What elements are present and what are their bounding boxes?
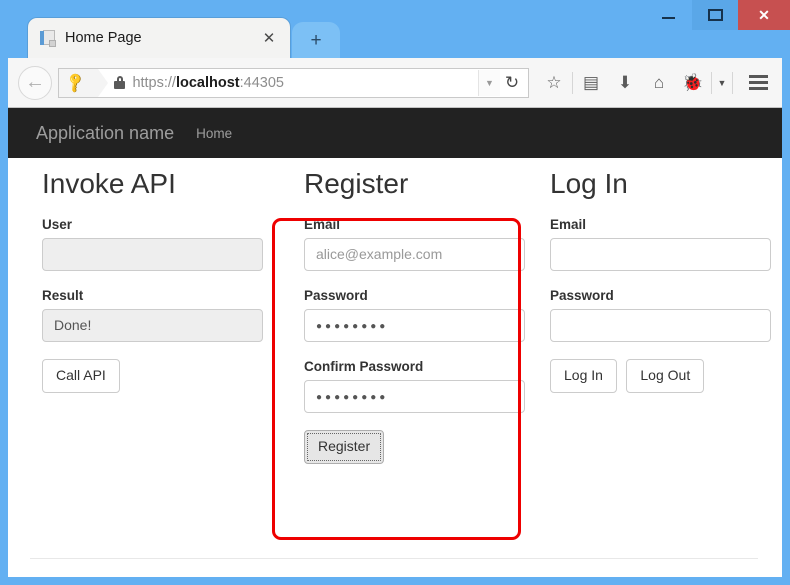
url-bar-actions: ▼ ↻ [478,69,528,96]
back-arrow-icon: ← [25,71,45,93]
page-favicon-icon [40,29,56,47]
url-host: localhost [175,74,240,91]
label-register-confirm-password: Confirm Password [304,359,424,374]
url-bar[interactable]: 🔑 https://localhost:44305 ▼ ↻ [58,67,529,98]
key-icon: 🔑 [63,70,88,94]
column-invoke-api: Invoke API User Result Done! Call API [30,168,280,464]
column-container: Invoke API User Result Done! Call API Re… [30,158,771,464]
identity-box[interactable]: 🔑 [59,68,109,97]
back-button[interactable]: ← [18,65,52,100]
label-login-password: Password [550,288,614,303]
url-port: :44305 [239,74,284,91]
navbar-brand[interactable]: Application name [36,123,174,144]
page-content: Invoke API User Result Done! Call API Re… [8,158,782,559]
home-icon[interactable]: ⌂ [642,66,676,100]
label-result: Result [42,288,84,303]
page-title-register: Register [304,168,409,199]
url-text: https://localhost:44305 [132,75,478,91]
toolbar-divider [711,71,712,94]
toolbar-divider [732,71,733,94]
register-email-input[interactable]: alice@example.com [304,238,525,271]
login-email-input[interactable] [550,238,771,271]
new-tab-button[interactable]: + [292,22,340,58]
column-register: Register Email alice@example.com Passwor… [280,168,530,464]
reader-list-icon[interactable]: ▤ [574,66,608,100]
toolbar-icons: ☆ ▤ ⬇ ⌂ 🐞 ▼ [537,66,776,100]
url-scheme: https:// [132,74,176,91]
menu-hamburger-icon[interactable] [740,66,776,100]
register-password-input[interactable]: ●●●●●●●● [304,309,525,342]
toolbar-divider [572,71,573,94]
bug-addon-icon[interactable]: 🐞 [676,66,710,100]
label-login-email: Email [550,217,587,232]
result-input[interactable]: Done! [42,309,263,342]
downloads-icon[interactable]: ⬇ [608,66,642,100]
title-bar: ✕ Home Page ✕ + [0,0,790,58]
site-navbar: Application name Home [8,108,782,158]
register-button[interactable]: Register [304,430,385,464]
tab-home-page[interactable]: Home Page ✕ [28,18,290,58]
tab-close-icon[interactable]: ✕ [260,29,278,47]
label-register-email: Email [304,217,341,232]
page-viewport: Application name Home Invoke API User Re… [8,108,782,577]
page-title-invoke-api: Invoke API [42,168,176,199]
page-footer: © 2014 - My ASP.NET Application [30,558,758,577]
tab-strip: Home Page ✕ + [0,18,790,58]
login-password-input[interactable] [550,309,771,342]
register-confirm-password-input[interactable]: ●●●●●●●● [304,380,525,413]
bookmark-star-icon[interactable]: ☆ [537,66,571,100]
plus-icon: + [310,29,322,51]
autocomplete-caret-icon[interactable]: ▼ [478,69,500,96]
call-api-button[interactable]: Call API [42,359,120,393]
reload-icon[interactable]: ↻ [500,70,524,96]
browser-window: ✕ Home Page ✕ + ← 🔑 https://localhost:44… [0,0,790,585]
overflow-caret-icon[interactable]: ▼ [713,66,731,100]
user-input[interactable] [42,238,263,271]
page-title-log-in: Log In [550,168,628,199]
tab-title: Home Page [65,30,142,46]
lock-icon [114,76,126,89]
browser-toolbar: ← 🔑 https://localhost:44305 ▼ ↻ ☆ ▤ ⬇ ⌂ … [8,58,782,108]
navbar-link-home[interactable]: Home [196,126,232,141]
column-log-in: Log In Email Password Log In Log Out [530,168,780,464]
log-out-button[interactable]: Log Out [626,359,705,393]
label-register-password: Password [304,288,368,303]
log-in-button[interactable]: Log In [550,359,617,393]
label-user: User [42,217,73,232]
